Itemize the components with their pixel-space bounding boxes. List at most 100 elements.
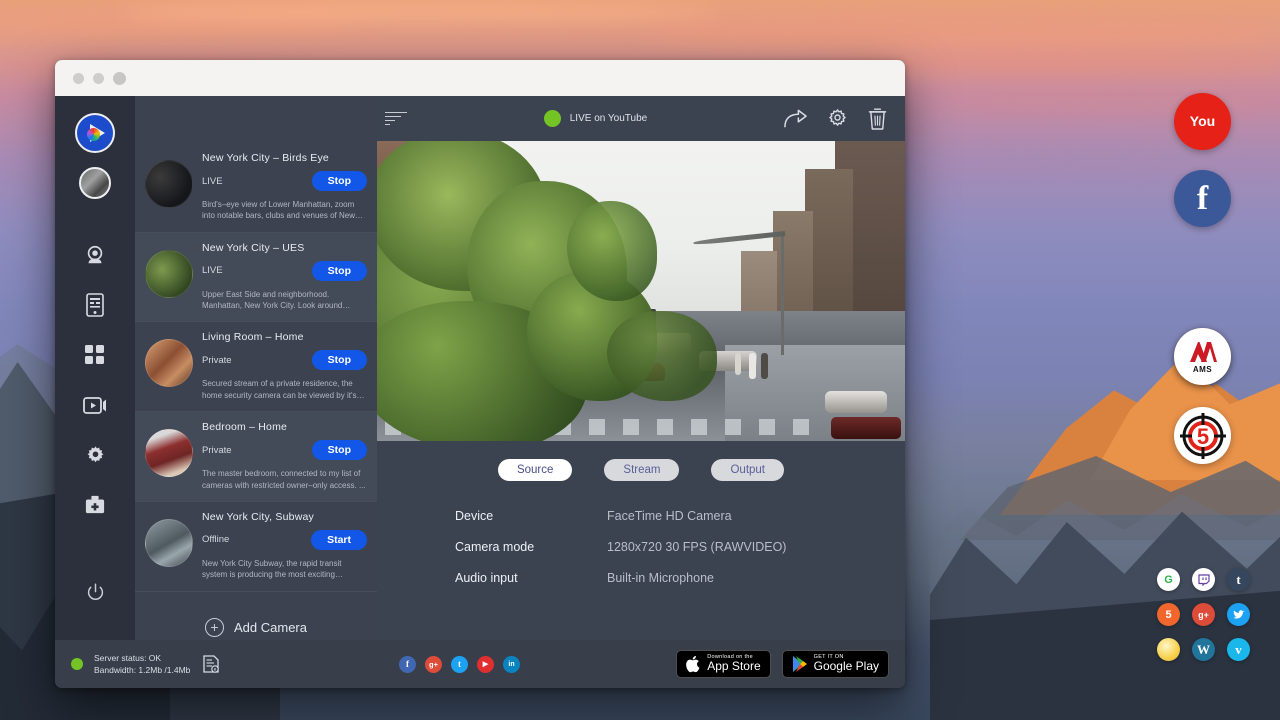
list-item[interactable]: New York City – Birds Eye LIVE Stop Bird… (135, 143, 377, 233)
camera-thumbnail (145, 250, 193, 298)
google-play-badge[interactable]: GET IT ON Google Play (782, 650, 889, 678)
document-info-icon[interactable] (203, 655, 219, 673)
social-twitter[interactable]: t (451, 656, 468, 673)
tab-source[interactable]: Source (498, 459, 572, 481)
info-key: Audio input (455, 571, 607, 585)
dock-mini-sun[interactable] (1157, 638, 1180, 661)
info-value[interactable]: Built-in Microphone (607, 571, 714, 585)
camera-action-button[interactable]: Start (311, 530, 367, 550)
tumblr-glyph: t (1236, 572, 1240, 588)
list-item[interactable]: New York City – UES LIVE Stop Upper East… (135, 233, 377, 323)
info-row-device: Device FaceTime HD Camera (455, 509, 905, 523)
dock-icon-channel-five[interactable]: 5 (1174, 407, 1231, 464)
plus-circle-icon: + (205, 618, 224, 637)
dock-mini-twitch[interactable] (1192, 568, 1215, 591)
camera-action-button[interactable]: Stop (312, 350, 367, 370)
social-youtube[interactable]: ▶ (477, 656, 494, 673)
share-icon[interactable] (784, 109, 807, 129)
info-value[interactable]: FaceTime HD Camera (607, 509, 732, 523)
facebook-f-glyph: f (1197, 182, 1208, 216)
camera-state: LIVE (202, 176, 223, 187)
list-item[interactable]: Bedroom – Home Private Stop The master b… (135, 412, 377, 502)
sidebar-item-settings[interactable] (75, 435, 115, 475)
list-item[interactable]: Living Room – Home Private Stop Secured … (135, 322, 377, 412)
sidebar-item-support[interactable] (75, 485, 115, 525)
five-glyph: 5 (1165, 609, 1171, 621)
dock-mini-twitter[interactable] (1227, 603, 1250, 626)
dock-mini-wordpress[interactable]: W (1192, 638, 1215, 661)
window-titlebar (55, 60, 905, 96)
social-google-plus[interactable]: g+ (425, 656, 442, 673)
social-linkedin[interactable]: in (503, 656, 520, 673)
camera-title: Living Room – Home (202, 331, 367, 343)
sidebar-item-user-avatar[interactable] (75, 163, 115, 203)
dock-icon-facebook[interactable]: f (1174, 170, 1231, 227)
adobe-a-icon (1188, 340, 1218, 364)
camera-status-row: LIVE Stop (202, 171, 367, 191)
social-facebook[interactable]: f (399, 656, 416, 673)
camera-action-button[interactable]: Stop (312, 171, 367, 191)
sort-icon[interactable] (385, 112, 407, 126)
camera-thumbnail (145, 339, 193, 387)
dock-mini-google-plus[interactable]: g+ (1192, 603, 1215, 626)
info-key: Device (455, 509, 607, 523)
camera-list[interactable]: New York City – Birds Eye LIVE Stop Bird… (135, 141, 377, 640)
camera-action-button[interactable]: Stop (312, 440, 367, 460)
dock-mini-vimeo[interactable]: v (1227, 638, 1250, 661)
list-item[interactable]: New York City, Subway Offline Start New … (135, 502, 377, 592)
camera-title: Bedroom – Home (202, 421, 367, 433)
dock-icon-youtube[interactable]: You (1174, 93, 1231, 150)
tab-stream[interactable]: Stream (604, 459, 679, 481)
dock-mini-tumblr[interactable]: t (1227, 568, 1250, 591)
sidebar-item-power[interactable] (75, 572, 115, 612)
gear-icon[interactable] (827, 108, 848, 129)
sidebar-item-app-logo[interactable] (75, 113, 115, 153)
info-value[interactable]: 1280x720 30 FPS (RAWVIDEO) (607, 540, 786, 554)
webcam-icon (84, 244, 106, 266)
dock-icon-adobe-media-server[interactable]: AMS (1174, 328, 1231, 385)
camera-state: Offline (202, 534, 229, 545)
video-preview[interactable] (377, 141, 905, 441)
camera-description: Secured stream of a private residence, t… (202, 378, 367, 401)
maximize-button[interactable] (113, 72, 126, 85)
camera-info: Living Room – Home Private Stop Secured … (202, 331, 367, 401)
status-text: Server status: OK Bandwidth: 1.2Mb /1.4M… (94, 652, 190, 677)
live-status: LIVE on YouTube (544, 110, 647, 127)
window-footer: Server status: OK Bandwidth: 1.2Mb /1.4M… (55, 640, 905, 688)
camera-status-row: LIVE Stop (202, 261, 367, 281)
camera-list-header (135, 96, 377, 141)
pedestrian (735, 353, 741, 375)
linkedin-glyph: in (508, 661, 514, 668)
tab-output[interactable]: Output (711, 459, 784, 481)
minimize-button[interactable] (93, 73, 104, 84)
app-store-badge[interactable]: Download on the App Store (676, 650, 770, 678)
camera-status-row: Private Stop (202, 440, 367, 460)
main-panel: LIVE on YouTube (377, 96, 905, 640)
info-key: Camera mode (455, 540, 607, 554)
left-rail (55, 96, 135, 640)
dock-mini-livestream-five[interactable]: 5 (1157, 603, 1180, 626)
trash-icon[interactable] (868, 108, 887, 130)
sidebar-item-devices[interactable] (75, 285, 115, 325)
camera-info: New York City – Birds Eye LIVE Stop Bird… (202, 152, 367, 222)
sidebar-item-player[interactable] (75, 385, 115, 425)
avatar-icon (79, 167, 111, 199)
server-status: Server status: OK Bandwidth: 1.2Mb /1.4M… (71, 652, 371, 677)
status-indicator-dot (71, 658, 83, 670)
add-camera-label: Add Camera (234, 620, 307, 635)
google-plus-glyph: g+ (1198, 610, 1209, 620)
close-button[interactable] (73, 73, 84, 84)
google-play-logo-icon (792, 655, 808, 673)
camera-list-column: New York City – Birds Eye LIVE Stop Bird… (135, 96, 377, 640)
camera-action-button[interactable]: Stop (312, 261, 367, 281)
crosshair-five-icon: 5 (1178, 411, 1228, 461)
add-camera-button[interactable]: + Add Camera (135, 592, 377, 637)
sidebar-item-dashboard[interactable] (75, 335, 115, 375)
grid-icon (85, 345, 105, 365)
source-info: Device FaceTime HD Camera Camera mode 12… (377, 491, 905, 602)
vimeo-glyph: v (1235, 642, 1242, 658)
cloud-streak (900, 150, 1280, 166)
sidebar-item-cameras[interactable] (75, 235, 115, 275)
camera-status-row: Offline Start (202, 530, 367, 550)
dock-mini-grabyo[interactable]: G (1157, 568, 1180, 591)
